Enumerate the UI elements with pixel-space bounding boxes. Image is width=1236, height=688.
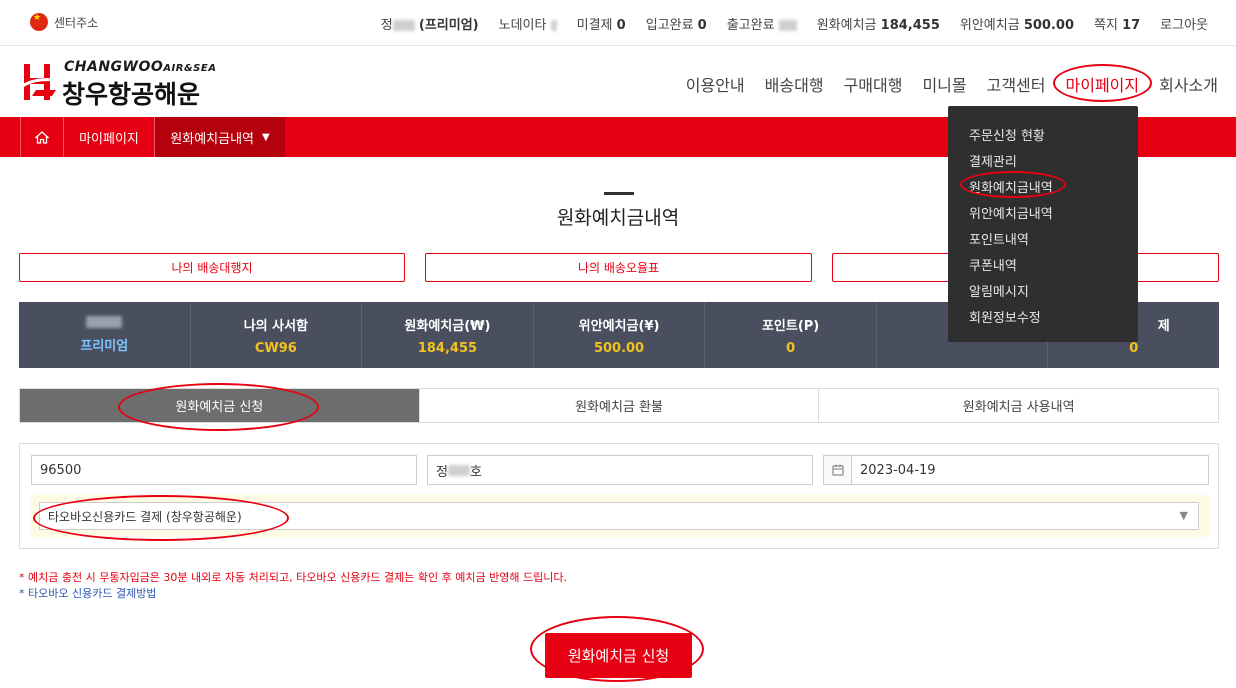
- notes: * 예치금 충전 시 무통자입금은 30분 내외로 자동 처리되고, 타오바오 …: [19, 570, 567, 602]
- deposit-notice: * 예치금 충전 시 무통자입금은 30분 내외로 자동 처리되고, 타오바오 …: [19, 571, 567, 584]
- mypage-dropdown: 주문신청 현황 결제관리 원화예치금내역 위안예치금내역 포인트내역 쿠폰내역 …: [948, 106, 1138, 342]
- stat-krw: 원화예치금(₩) 184,455: [362, 302, 534, 368]
- deposit-submit-button[interactable]: 원화예치금 신청: [545, 633, 692, 678]
- stat-point: 포인트(P) 0: [705, 302, 877, 368]
- nodata-stat[interactable]: 노데이타: [499, 14, 557, 33]
- shipped-stat[interactable]: 출고완료: [727, 14, 797, 33]
- dd-order-status[interactable]: 주문신청 현황: [948, 124, 1138, 150]
- dd-notifications[interactable]: 알림메시지: [948, 280, 1138, 306]
- stat-member: 프리미엄: [19, 302, 191, 368]
- tab-deposit-history[interactable]: 원화예치금 사용내역: [819, 389, 1219, 422]
- china-flag-icon: [30, 13, 48, 31]
- dd-points[interactable]: 포인트내역: [948, 228, 1138, 254]
- dd-edit-profile[interactable]: 회원정보수정: [948, 306, 1138, 332]
- site-logo[interactable]: CHANGWOOAIR&SEA 창우항공해운: [18, 58, 238, 109]
- dd-krw-deposit[interactable]: 원화예치금내역: [948, 176, 1138, 202]
- breadcrumb-current-label: 원화예치금내역: [170, 131, 255, 147]
- stat-cny: 위안예치금(¥) 500.00: [534, 302, 706, 368]
- user-grade: (프리미엄): [418, 18, 479, 33]
- deposit-tabs: 원화예치금 신청 원화예치금 환불 원화예치금 사용내역: [19, 388, 1219, 423]
- cny-deposit-stat[interactable]: 위안예치금 500.00: [960, 14, 1074, 33]
- nav-shipping[interactable]: 배송대행: [765, 72, 824, 96]
- dd-coupons[interactable]: 쿠폰내역: [948, 254, 1138, 280]
- nav-purchase[interactable]: 구매대행: [844, 72, 903, 96]
- select-arrow-icon: ▼: [1179, 509, 1188, 522]
- stat-member-grade: 프리미엄: [80, 339, 129, 354]
- tab-deposit-refund[interactable]: 원화예치금 환불: [419, 389, 820, 422]
- nav-mypage[interactable]: 마이페이지: [1066, 72, 1140, 96]
- logout-link[interactable]: 로그아웃: [1160, 14, 1208, 33]
- dd-payment[interactable]: 결제관리: [948, 150, 1138, 176]
- top-stats: 정 (프리미엄) 노데이타 미결제 0 입고완료 0 출고완료 원화예치금 18…: [381, 14, 1208, 33]
- received-stat[interactable]: 입고완료 0: [646, 14, 707, 33]
- top-bar: 센터주소 정 (프리미엄) 노데이타 미결제 0 입고완료 0 출고완료 원화예…: [0, 0, 1236, 46]
- calendar-icon[interactable]: [824, 456, 852, 484]
- stat-mailbox: 나의 사서함 CW96: [191, 302, 363, 368]
- blurred-name: [392, 20, 415, 31]
- caret-down-icon: ▼: [262, 131, 270, 143]
- nav-minimall[interactable]: 미니몰: [922, 72, 966, 96]
- home-button[interactable]: [20, 117, 64, 157]
- my-shipping-address-button[interactable]: 나의 배송대행지: [19, 253, 405, 282]
- center-address-label: 센터주소: [54, 15, 99, 30]
- blurred-count: [778, 20, 797, 31]
- deposit-form: 96500 정호 2023-04-19 타오바오신용카드 결제 (창우항공해운)…: [19, 443, 1219, 549]
- depositor-name-input[interactable]: 정호: [427, 455, 813, 485]
- amount-input[interactable]: 96500: [31, 455, 417, 485]
- payment-method-row: 타오바오신용카드 결제 (창우항공해운) ▼: [31, 495, 1209, 537]
- breadcrumb-mypage[interactable]: 마이페이지: [64, 117, 155, 157]
- main-nav: 이용안내 배송대행 구매대행 미니몰 고객센터 마이페이지 회사소개: [686, 72, 1218, 96]
- message-stat[interactable]: 쪽지 17: [1094, 14, 1140, 33]
- logo-english: CHANGWOOAIR&SEA: [64, 59, 217, 75]
- blurred-count: [550, 20, 557, 31]
- center-address-link[interactable]: 센터주소: [30, 13, 98, 31]
- breadcrumb-current[interactable]: 원화예치금내역 ▼: [155, 117, 285, 157]
- home-icon: [35, 130, 49, 144]
- user-name[interactable]: 정 (프리미엄): [381, 14, 479, 33]
- nav-guide[interactable]: 이용안내: [686, 72, 745, 96]
- nav-company[interactable]: 회사소개: [1159, 72, 1218, 96]
- payment-method-select[interactable]: 타오바오신용카드 결제 (창우항공해운) ▼: [39, 502, 1199, 530]
- blurred-member-name: [86, 316, 123, 328]
- title-accent: [604, 192, 634, 195]
- unpaid-stat[interactable]: 미결제 0: [577, 14, 626, 33]
- krw-deposit-stat[interactable]: 원화예치금 184,455: [817, 14, 940, 33]
- dd-cny-deposit[interactable]: 위안예치금내역: [948, 202, 1138, 228]
- tab-deposit-request[interactable]: 원화예치금 신청: [20, 389, 420, 422]
- logo-korean: 창우항공해운: [62, 80, 201, 109]
- nav-support[interactable]: 고객센터: [987, 72, 1046, 96]
- taobao-payment-guide-link[interactable]: * 타오바오 신용카드 결제방법: [19, 586, 567, 602]
- my-shipping-rate-button[interactable]: 나의 배송오율표: [425, 253, 812, 282]
- blurred-depositor: [447, 464, 470, 476]
- date-input[interactable]: 2023-04-19: [823, 455, 1209, 485]
- logo-mark-icon: [19, 64, 56, 100]
